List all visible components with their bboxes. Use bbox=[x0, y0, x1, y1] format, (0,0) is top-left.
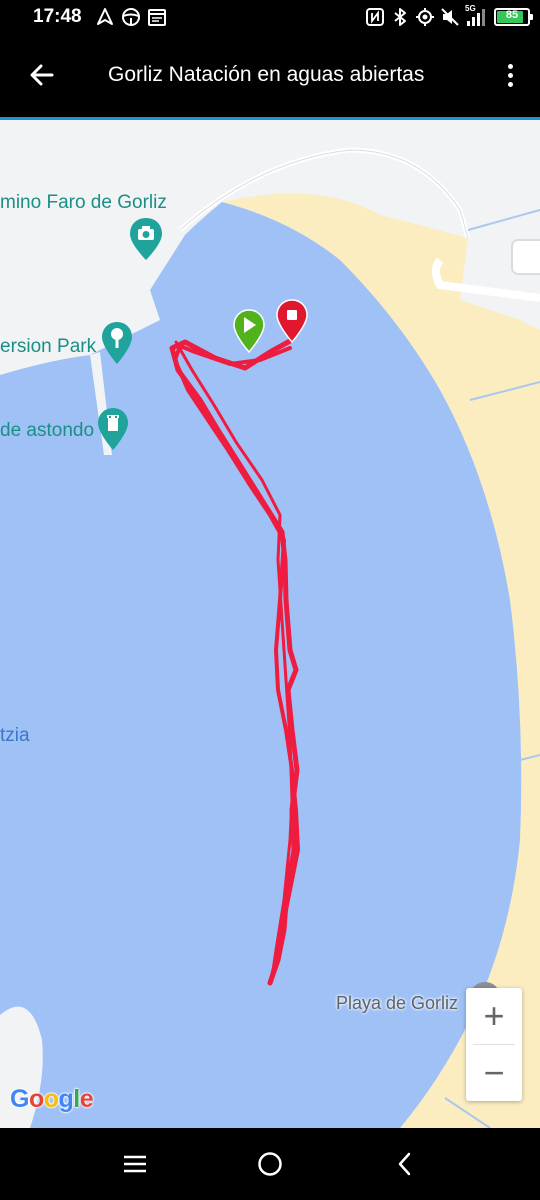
signal-icon bbox=[467, 9, 485, 26]
poi-label-astondo[interactable]: de astondo bbox=[0, 420, 94, 442]
status-right-icons: 5G 85 bbox=[365, 4, 533, 28]
poi-label-park[interactable]: ersion Park bbox=[0, 336, 96, 358]
logo-letter: o bbox=[28, 1085, 44, 1113]
zoom-out-button[interactable]: − bbox=[466, 1045, 522, 1101]
back-nav-button[interactable] bbox=[385, 1146, 425, 1182]
park-poi-icon[interactable] bbox=[100, 320, 134, 366]
more-options-button[interactable] bbox=[498, 55, 522, 95]
google-logo: Google bbox=[10, 1085, 94, 1114]
building bbox=[511, 239, 540, 275]
battery-level: 85 bbox=[505, 9, 519, 21]
steering-wheel-icon bbox=[122, 8, 140, 26]
poi-label-faro[interactable]: mino Faro de Gorliz bbox=[0, 192, 167, 214]
bluetooth-icon bbox=[394, 8, 406, 26]
home-button[interactable] bbox=[250, 1146, 290, 1182]
menu-icon bbox=[124, 1155, 146, 1173]
zoom-controls: + − bbox=[466, 988, 522, 1101]
dot bbox=[507, 72, 513, 78]
zoom-in-button[interactable]: + bbox=[466, 988, 522, 1044]
system-nav-bar bbox=[0, 1128, 540, 1200]
nfc-icon bbox=[366, 8, 384, 26]
location-target-icon bbox=[416, 8, 434, 26]
water-label: tzia bbox=[0, 725, 30, 746]
poi-label-beach[interactable]: Playa de Gorliz bbox=[336, 993, 458, 1014]
mute-icon bbox=[441, 8, 459, 26]
logo-letter: g bbox=[58, 1085, 74, 1113]
app-bar: Gorliz Natación en aguas abiertas bbox=[0, 33, 540, 117]
tower-poi-icon[interactable] bbox=[96, 406, 130, 452]
home-circle-icon bbox=[258, 1152, 282, 1176]
recent-apps-button[interactable] bbox=[115, 1146, 155, 1182]
stop-marker-icon[interactable] bbox=[275, 298, 309, 344]
start-marker-icon[interactable] bbox=[232, 308, 266, 354]
signal-indicator: 5G bbox=[465, 4, 489, 27]
battery-cap bbox=[530, 14, 533, 20]
dot bbox=[507, 63, 513, 69]
status-time: 17:48 bbox=[33, 6, 82, 27]
logo-letter: e bbox=[79, 1085, 94, 1113]
navigation-arrow-icon bbox=[97, 8, 113, 25]
map-base-layer bbox=[0, 147, 540, 1128]
chevron-left-icon bbox=[398, 1152, 411, 1176]
arrow-back-icon bbox=[30, 64, 54, 86]
calendar-icon bbox=[148, 9, 166, 26]
dot bbox=[507, 81, 513, 87]
logo-letter: G bbox=[10, 1085, 29, 1113]
back-button[interactable] bbox=[22, 57, 62, 93]
map-view[interactable]: mino Faro de Gorliz ersion Park de aston… bbox=[0, 120, 540, 1128]
page-title: Gorliz Natación en aguas abiertas bbox=[108, 63, 425, 86]
status-left-icons bbox=[95, 6, 167, 28]
road bbox=[467, 209, 540, 231]
logo-letter: o bbox=[43, 1085, 59, 1113]
battery-icon: 85 bbox=[494, 8, 533, 26]
status-bar: 17:48 5G 85 bbox=[0, 0, 540, 33]
camera-poi-icon[interactable] bbox=[128, 216, 164, 262]
